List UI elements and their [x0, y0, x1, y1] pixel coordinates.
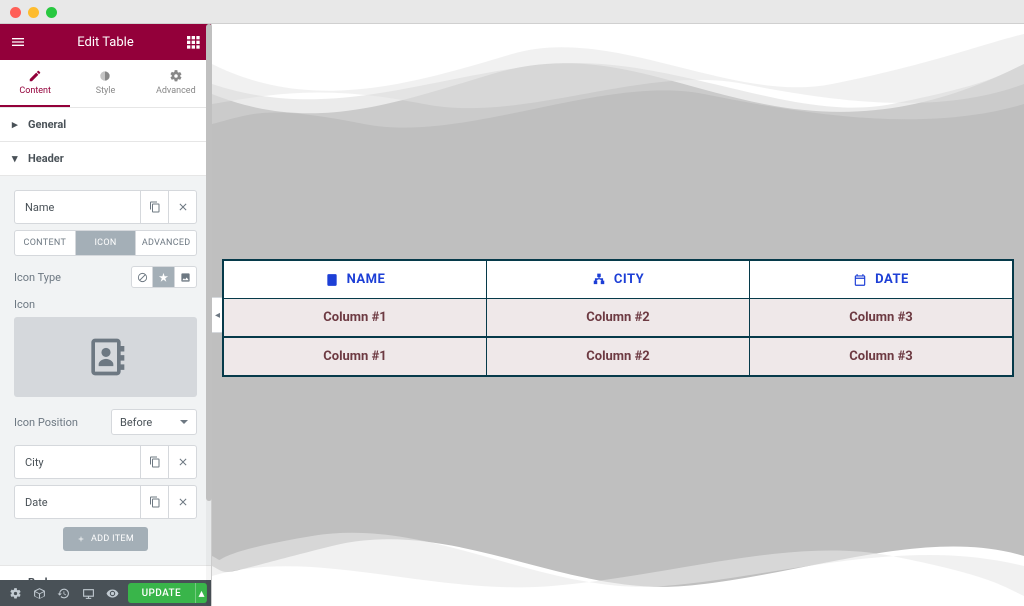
header-label: DATE — [875, 272, 909, 287]
update-label: UPDATE — [128, 588, 196, 599]
table-row: Column #1 Column #2 Column #3 — [224, 336, 1012, 375]
maximize-window[interactable] — [46, 7, 57, 18]
header-cell-city[interactable]: CITY — [486, 261, 749, 298]
remove-icon[interactable] — [168, 486, 196, 518]
icon-type-none[interactable] — [131, 266, 153, 288]
close-window[interactable] — [10, 7, 21, 18]
widgets-grid-icon[interactable] — [185, 34, 201, 50]
section-general[interactable]: ▸ General — [0, 108, 211, 142]
inner-tab-icon[interactable]: ICON — [75, 231, 136, 255]
tab-content-label: Content — [19, 86, 51, 96]
repeater-item-city[interactable]: City — [14, 445, 197, 479]
preview-table[interactable]: NAME CITY DATE Column #1 Column #2 Colum… — [222, 259, 1014, 377]
table-cell[interactable]: Column #1 — [224, 338, 486, 375]
section-header-content: Name CONTENT ICON ADVANCED Icon Type — [0, 176, 211, 566]
plus-icon — [77, 535, 85, 543]
repeater-item-label: City — [15, 456, 140, 469]
inner-tab-advanced[interactable]: ADVANCED — [135, 231, 196, 255]
repeater-item-label: Date — [15, 496, 140, 509]
duplicate-icon[interactable] — [140, 486, 168, 518]
caret-right-icon: ▸ — [12, 118, 22, 131]
remove-icon[interactable] — [168, 191, 196, 223]
duplicate-icon[interactable] — [140, 191, 168, 223]
table-cell[interactable]: Column #3 — [749, 338, 1012, 375]
section-header-label: Header — [28, 152, 64, 165]
icon-position-control: Icon Position Before — [14, 409, 197, 435]
address-book-icon — [325, 273, 339, 287]
menu-icon[interactable] — [10, 34, 26, 50]
header-label: NAME — [347, 272, 386, 287]
table-header-row: NAME CITY DATE — [224, 261, 1012, 298]
tab-advanced[interactable]: Advanced — [141, 60, 211, 107]
table-cell[interactable]: Column #2 — [486, 338, 749, 375]
icon-preview[interactable] — [14, 317, 197, 397]
minimize-window[interactable] — [28, 7, 39, 18]
history-icon[interactable] — [53, 580, 75, 606]
update-button[interactable]: UPDATE ▴ — [128, 583, 207, 603]
inner-tab-content[interactable]: CONTENT — [15, 231, 75, 255]
table-cell[interactable]: Column #2 — [486, 299, 749, 336]
icon-type-icon[interactable] — [153, 266, 175, 288]
tab-content[interactable]: Content — [0, 60, 70, 107]
table-row: Column #1 Column #2 Column #3 — [224, 298, 1012, 336]
address-book-icon — [84, 335, 128, 379]
wave-decoration-bottom — [212, 526, 1024, 606]
table-cell[interactable]: Column #1 — [224, 299, 486, 336]
header-label: CITY — [614, 272, 644, 287]
panel-tabs: Content Style Advanced — [0, 60, 211, 108]
section-header[interactable]: ▾ Header — [0, 142, 211, 176]
duplicate-icon[interactable] — [140, 446, 168, 478]
sidebar-title: Edit Table — [26, 35, 185, 50]
settings-icon[interactable] — [4, 580, 26, 606]
icon-type-label: Icon Type — [14, 271, 61, 284]
item-inner-tabs: CONTENT ICON ADVANCED — [14, 230, 197, 256]
preview-area: ◂ NAME CITY DATE Column #1 Column #2 — [212, 24, 1024, 606]
icon-position-label: Icon Position — [14, 416, 78, 429]
tab-style[interactable]: Style — [70, 60, 140, 107]
header-cell-name[interactable]: NAME — [224, 261, 486, 298]
sidebar-body: ▸ General ▾ Header Name CONTENT ICON ADV… — [0, 108, 211, 580]
table-cell[interactable]: Column #3 — [749, 299, 1012, 336]
repeater-item-label: Name — [15, 201, 140, 214]
add-item-button[interactable]: ADD ITEM — [63, 527, 148, 551]
responsive-icon[interactable] — [77, 580, 99, 606]
window-titlebar — [0, 0, 1024, 24]
section-general-label: General — [28, 118, 66, 131]
icon-type-buttons — [131, 266, 197, 288]
preview-icon[interactable] — [101, 580, 123, 606]
remove-icon[interactable] — [168, 446, 196, 478]
icon-type-image[interactable] — [175, 266, 197, 288]
tab-advanced-label: Advanced — [156, 86, 196, 96]
section-body[interactable]: ▸ Body — [0, 566, 211, 580]
icon-position-value: Before — [120, 416, 152, 429]
repeater-item-date[interactable]: Date — [14, 485, 197, 519]
window-controls — [10, 7, 57, 18]
icon-position-select[interactable]: Before — [111, 409, 197, 435]
editor-sidebar: Edit Table Content Style Advanced ▸ Gen — [0, 24, 212, 606]
wave-decoration-top — [212, 24, 1024, 144]
tab-style-label: Style — [96, 86, 116, 96]
sidebar-footer: UPDATE ▴ — [0, 580, 211, 606]
sitemap-icon — [592, 273, 606, 287]
icon-label: Icon — [14, 298, 197, 311]
sidebar-header: Edit Table — [0, 24, 211, 60]
caret-down-icon: ▾ — [12, 152, 22, 165]
repeater-item-name[interactable]: Name — [14, 190, 197, 224]
icon-type-control: Icon Type — [14, 266, 197, 288]
calendar-icon — [853, 273, 867, 287]
add-item-label: ADD ITEM — [91, 534, 134, 544]
navigator-icon[interactable] — [28, 580, 50, 606]
header-cell-date[interactable]: DATE — [749, 261, 1012, 298]
